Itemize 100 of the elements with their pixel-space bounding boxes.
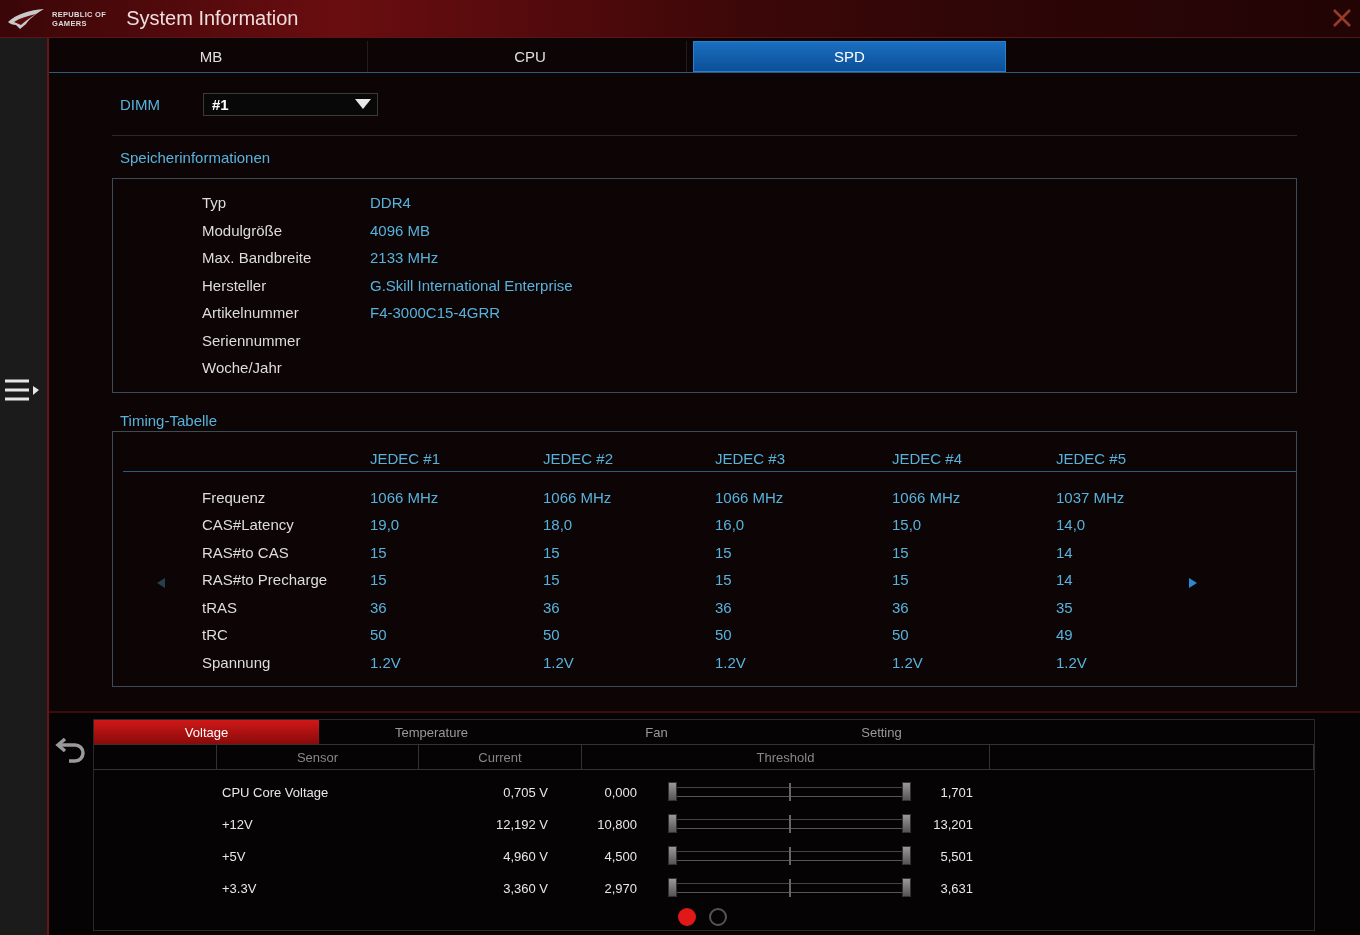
table-cell-text: 15,0 xyxy=(892,515,923,535)
range-slider[interactable] xyxy=(668,846,911,866)
table-cell-text: 15 xyxy=(370,570,388,590)
row-label: CAS#Latency xyxy=(202,515,295,535)
field-label: Hersteller xyxy=(202,275,268,295)
column-header: JEDEC #4 xyxy=(892,449,964,467)
logo-icon xyxy=(6,7,46,30)
slider-thumb[interactable] xyxy=(902,814,911,833)
table-cell-text: 19,0 xyxy=(370,515,401,535)
table-cell-text: 14 xyxy=(1056,570,1074,590)
column-header: Threshold xyxy=(582,745,990,769)
dimm-dropdown[interactable]: #1 xyxy=(203,92,378,116)
table-cell-text: 1066 MHz xyxy=(543,487,613,507)
table-cell-text: 36 xyxy=(370,597,388,617)
table-cell-text: 35 xyxy=(1056,597,1074,617)
range-slider[interactable] xyxy=(668,878,911,898)
range-slider[interactable] xyxy=(668,814,911,834)
field-label: Seriennummer xyxy=(202,330,302,350)
table-cell-text: 15 xyxy=(892,570,910,590)
column-header: JEDEC #3 xyxy=(715,449,787,467)
table-cell-text: 1.2V xyxy=(892,652,924,672)
right-arrow-icon[interactable] xyxy=(1189,577,1197,588)
table-cell-text: 1037 MHz xyxy=(1056,487,1126,507)
field-label: Woche/Jahr xyxy=(202,358,283,378)
field-value: DDR4 xyxy=(370,193,412,213)
row-label: tRC xyxy=(202,625,229,645)
tab[interactable]: Temperature xyxy=(319,720,544,744)
table-cell-text: 50 xyxy=(892,625,910,645)
table-cell-text: 36 xyxy=(715,597,733,617)
min-threshold: 0,000 xyxy=(603,784,637,800)
current-value: 12,192 V xyxy=(494,816,548,832)
table-cell-text: 15 xyxy=(892,542,910,562)
row-label: Frequenz xyxy=(202,487,267,507)
max-threshold: 13,201 xyxy=(932,816,973,832)
max-threshold: 5,501 xyxy=(939,848,973,864)
row-label: RAS#to CAS xyxy=(202,542,290,562)
row-label: RAS#to Precharge xyxy=(202,570,329,590)
tab[interactable]: Voltage xyxy=(94,720,319,744)
table-cell-text: 49 xyxy=(1056,625,1074,645)
table-cell-text: 50 xyxy=(715,625,733,645)
sensor-name: +3.3V xyxy=(222,880,258,896)
table-cell-text: 1066 MHz xyxy=(370,487,440,507)
tab[interactable]: SPD xyxy=(693,41,1006,72)
field-value: 4096 MB xyxy=(370,220,432,240)
slider-thumb[interactable] xyxy=(668,878,677,897)
slider-thumb[interactable] xyxy=(902,782,911,801)
table-cell-text: 14 xyxy=(1056,542,1074,562)
sensor-name: +5V xyxy=(222,848,247,864)
tab[interactable]: Fan xyxy=(544,720,769,744)
table-cell-text: 1.2V xyxy=(715,652,747,672)
row-label: Spannung xyxy=(202,652,272,672)
tab[interactable]: CPU xyxy=(374,41,687,72)
table-cell-text: 15 xyxy=(543,570,561,590)
field-label: Artikelnummer xyxy=(202,303,300,323)
table-cell-text: 50 xyxy=(370,625,388,645)
table-cell-text: 1066 MHz xyxy=(715,487,785,507)
table-cell-text: 36 xyxy=(543,597,561,617)
page-dot[interactable] xyxy=(709,908,727,926)
current-value: 0,705 V xyxy=(502,784,548,800)
table-cell-text: 1.2V xyxy=(370,652,402,672)
field-value: G.Skill International Enterprise xyxy=(370,275,574,295)
table-cell-text: 1066 MHz xyxy=(892,487,962,507)
current-value: 4,960 V xyxy=(502,848,548,864)
slider-thumb[interactable] xyxy=(668,846,677,865)
close-icon[interactable] xyxy=(1332,8,1352,28)
column-header: Current xyxy=(419,745,582,769)
row-label: tRAS xyxy=(202,597,238,617)
table-cell-text: 15 xyxy=(715,570,733,590)
table-cell-text: 1.2V xyxy=(1056,652,1088,672)
table-cell-text: 50 xyxy=(543,625,561,645)
column-header: Sensor xyxy=(217,745,419,769)
window-title: System Information xyxy=(126,7,299,30)
range-slider[interactable] xyxy=(668,782,911,802)
max-threshold: 3,631 xyxy=(939,880,973,896)
table-cell-text: 14,0 xyxy=(1056,515,1087,535)
table-cell-text: 15 xyxy=(715,542,733,562)
max-threshold: 1,701 xyxy=(939,784,973,800)
dropdown-arrow-icon xyxy=(355,99,371,109)
table-cell-text: 15 xyxy=(543,542,561,562)
min-threshold: 4,500 xyxy=(603,848,637,864)
slider-thumb[interactable] xyxy=(668,814,677,833)
current-value: 3,360 V xyxy=(502,880,548,896)
table-cell-text: 15 xyxy=(370,542,388,562)
tab[interactable]: Setting xyxy=(769,720,994,744)
field-label: Typ xyxy=(202,193,228,213)
section-title: Speicherinformationen xyxy=(120,148,271,166)
field-label: Max. Bandbreite xyxy=(202,248,313,268)
field-value: F4-3000C15-4GRR xyxy=(370,303,502,323)
page-dot[interactable] xyxy=(678,908,696,926)
min-threshold: 10,800 xyxy=(596,816,637,832)
column-header: JEDEC #5 xyxy=(1056,449,1127,467)
table-cell-text: 36 xyxy=(892,597,910,617)
sensor-name: CPU Core Voltage xyxy=(222,784,330,800)
tab[interactable]: MB xyxy=(55,41,368,72)
column-header: JEDEC #2 xyxy=(543,449,615,467)
field-label: Modulgröße xyxy=(202,220,284,240)
slider-thumb[interactable] xyxy=(668,782,677,801)
slider-thumb[interactable] xyxy=(902,846,911,865)
table-cell-text: 1.2V xyxy=(543,652,575,672)
slider-thumb[interactable] xyxy=(902,878,911,897)
